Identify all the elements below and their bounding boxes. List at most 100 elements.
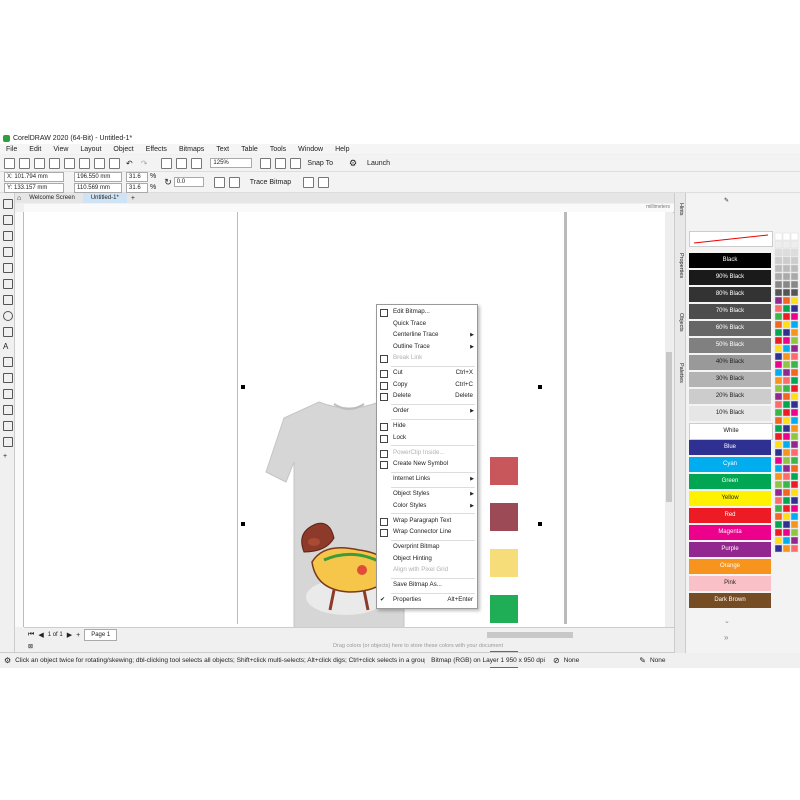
palette-cell[interactable] [774, 352, 783, 361]
palette-swatch[interactable]: Pink [689, 576, 771, 591]
palette-cell[interactable] [774, 384, 783, 393]
horizontal-scrollbar[interactable] [487, 632, 574, 638]
palette-cell[interactable] [790, 416, 799, 425]
gear-icon[interactable]: ⚙ [349, 158, 357, 169]
palette-cell[interactable] [790, 280, 799, 289]
palette-swatch[interactable]: 30% Black [689, 372, 771, 387]
palette-swatch[interactable]: Green [689, 474, 771, 489]
palette-cell[interactable] [790, 296, 799, 305]
context-item-wrap-connector-line[interactable]: Wrap Connector Line [377, 527, 477, 537]
snap-to-button[interactable]: Snap To [307, 160, 333, 167]
menu-file[interactable]: File [6, 146, 17, 153]
palette-cell[interactable] [782, 496, 791, 505]
palette-cell[interactable] [782, 392, 791, 401]
palette-swatch[interactable]: 90% Black [689, 270, 771, 285]
rectangle-tool-icon[interactable] [3, 295, 13, 305]
palette-swatch[interactable]: Magenta [689, 525, 771, 540]
prev-page-icon[interactable]: ◀ [38, 631, 43, 639]
palette-cell[interactable] [774, 432, 783, 441]
palette-cell[interactable] [774, 320, 783, 329]
swatch-rect-2[interactable] [490, 503, 518, 531]
palette-cell[interactable] [774, 312, 783, 321]
palette-cell[interactable] [782, 360, 791, 369]
palette-swatch[interactable]: Yellow [689, 491, 771, 506]
palette-cell[interactable] [782, 304, 791, 313]
palette-cell[interactable] [782, 256, 791, 265]
palette-cell[interactable] [790, 496, 799, 505]
context-item-powerclip-inside[interactable]: PowerClip Inside... [377, 448, 477, 458]
palette-cell[interactable] [782, 296, 791, 305]
selection-handle[interactable] [241, 385, 245, 389]
palette-cell[interactable] [774, 336, 783, 345]
context-item-object-styles[interactable]: Object Styles ▶ [377, 489, 477, 499]
palette-cell[interactable] [782, 352, 791, 361]
add-page-icon[interactable]: + [76, 632, 80, 639]
palette-cell[interactable] [774, 456, 783, 465]
palette-cell[interactable] [774, 408, 783, 417]
crop-tool-icon[interactable] [3, 231, 13, 241]
palette-cell[interactable] [782, 544, 791, 553]
grid-icon[interactable] [290, 157, 302, 169]
palette-cell[interactable] [782, 272, 791, 281]
add-tool-icon[interactable]: + [3, 453, 11, 461]
context-item-color-styles[interactable]: Color Styles ▶ [377, 501, 477, 511]
palette-cell[interactable] [782, 248, 791, 257]
palette-cell[interactable] [790, 360, 799, 369]
context-item-break-link[interactable]: Break Link [377, 353, 477, 363]
palette-cell[interactable] [782, 536, 791, 545]
tab-untitled-1[interactable]: Untitled-1* [82, 193, 127, 203]
palette-cell[interactable] [790, 304, 799, 313]
artistic-media-tool-icon[interactable] [3, 279, 13, 289]
palette-swatch[interactable]: Cyan [689, 457, 771, 472]
palette-cell[interactable] [774, 504, 783, 513]
selection-handle[interactable] [241, 522, 245, 526]
palette-cell[interactable] [790, 488, 799, 497]
palette-cell[interactable] [782, 432, 791, 441]
palette-cell[interactable] [774, 232, 783, 241]
vertical-scrollbar[interactable] [665, 212, 673, 627]
palette-cell[interactable] [790, 400, 799, 409]
crop-bitmap-icon[interactable] [303, 176, 315, 188]
palette-swatch[interactable]: 10% Black [689, 406, 771, 421]
freehand-tool-icon[interactable] [3, 263, 13, 273]
palette-cell[interactable] [782, 464, 791, 473]
palette-cell[interactable] [774, 472, 783, 481]
palette-cell[interactable] [790, 256, 799, 265]
palette-cell[interactable] [774, 520, 783, 529]
selection-handle[interactable] [538, 522, 542, 526]
context-item-create-new-symbol[interactable]: Create New Symbol [377, 459, 477, 469]
trace-bitmap-button[interactable]: Trace Bitmap [250, 179, 291, 186]
copy-toolbar-icon[interactable] [94, 157, 105, 169]
palette-cell[interactable] [774, 280, 783, 289]
palette-cell[interactable] [790, 544, 799, 553]
palette-cell[interactable] [790, 240, 799, 249]
palette-cell[interactable] [790, 328, 799, 337]
context-item-wrap-paragraph-text[interactable]: Wrap Paragraph Text [377, 516, 477, 526]
connector-tool-icon[interactable] [3, 373, 13, 383]
palette-cell[interactable] [774, 464, 783, 473]
palette-cell[interactable] [790, 528, 799, 537]
palette-expand-icon[interactable]: » [724, 633, 728, 642]
palette-cell[interactable] [782, 240, 791, 249]
palette-cell[interactable] [790, 408, 799, 417]
text-tool-icon[interactable]: A [3, 343, 11, 351]
menu-table[interactable]: Table [241, 146, 258, 153]
open-icon[interactable] [19, 157, 30, 169]
palette-cell[interactable] [782, 440, 791, 449]
launch-button[interactable]: Launch [367, 160, 390, 167]
palette-cell[interactable] [774, 496, 783, 505]
palette-cell[interactable] [774, 304, 783, 313]
palette-cell[interactable] [790, 312, 799, 321]
palette-cell[interactable] [790, 320, 799, 329]
palette-cell[interactable] [774, 272, 783, 281]
ellipse-tool-icon[interactable] [3, 311, 13, 321]
palette-cell[interactable] [782, 408, 791, 417]
palette-cell[interactable] [782, 448, 791, 457]
docker-tab-palettes[interactable]: Palettes [677, 363, 684, 383]
menu-effects[interactable]: Effects [146, 146, 167, 153]
palette-cell[interactable] [774, 448, 783, 457]
save-icon[interactable] [34, 157, 45, 169]
drawing-canvas[interactable] [24, 212, 666, 668]
menu-tools[interactable]: Tools [270, 146, 286, 153]
parallel-dimension-tool-icon[interactable] [3, 357, 13, 367]
